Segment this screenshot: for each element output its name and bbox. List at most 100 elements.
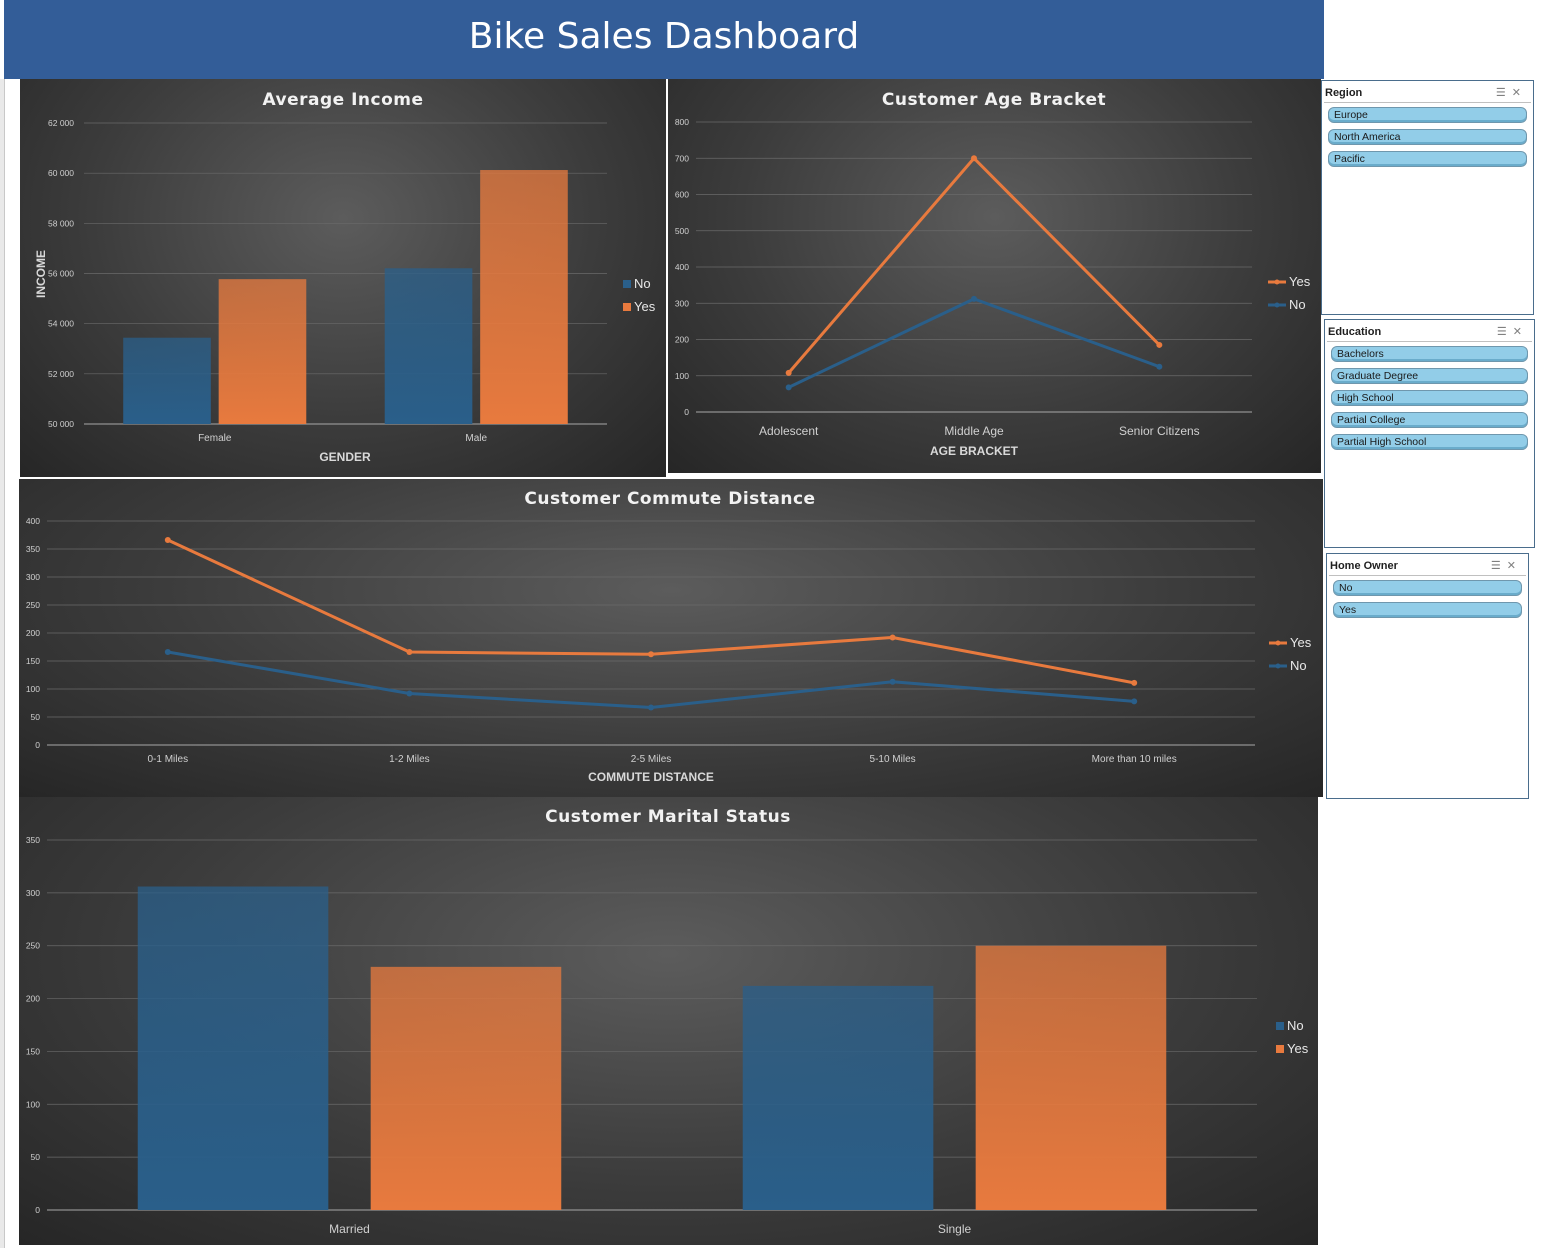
y-tick-label: 100 — [26, 684, 40, 694]
series-line-no[interactable] — [788, 297, 1160, 389]
home-owner-slicer[interactable]: Home Owner ☰✕ No Yes — [1326, 553, 1529, 799]
clear-filter-icon[interactable]: ✕ — [1512, 87, 1527, 99]
bar-yes-single[interactable] — [975, 945, 1167, 1210]
point-yes-middle-age[interactable] — [971, 155, 977, 162]
legend-label-yes: Yes — [1287, 1041, 1309, 1056]
y-tick-label: 50 — [31, 712, 41, 722]
legend-label-yes: Yes — [634, 299, 656, 314]
y-tick-label: 300 — [675, 298, 689, 308]
y-tick-label: 58 000 — [48, 218, 74, 228]
y-tick-label: 62 000 — [48, 118, 74, 128]
y-axis-title: INCOME — [34, 250, 48, 298]
bar-no-female[interactable] — [123, 337, 211, 424]
point-yes-0-1-miles[interactable] — [164, 537, 171, 544]
legend-swatch-yes — [623, 303, 631, 311]
y-tick-label: 350 — [26, 835, 40, 845]
slicer-item-no[interactable]: No — [1333, 580, 1522, 596]
multi-select-icon[interactable]: ☰ — [1496, 87, 1512, 99]
x-tick-label: Middle Age — [944, 424, 1004, 438]
point-no-0-1-miles[interactable] — [164, 649, 171, 656]
y-tick-label: 150 — [26, 1046, 40, 1056]
x-axis-title: AGE BRACKET — [930, 444, 1019, 458]
point-no-more-than-10-miles[interactable] — [1131, 698, 1138, 705]
dashboard-title: Bike Sales Dashboard — [468, 16, 860, 57]
slicer-item-bachelors[interactable]: Bachelors — [1331, 346, 1528, 362]
x-tick-label: More than 10 miles — [1092, 754, 1177, 765]
customer-marital-status-chart[interactable]: Customer Marital Status 0 50 100 150 200 250 30… — [19, 797, 1318, 1245]
point-yes-adolescent[interactable] — [785, 369, 792, 376]
multi-select-icon[interactable]: ☰ — [1491, 560, 1507, 572]
point-no-middle-age[interactable] — [971, 295, 977, 302]
slicer-item-graduate-degree[interactable]: Graduate Degree — [1331, 368, 1528, 384]
y-tick-label: 250 — [26, 600, 40, 610]
point-no-1-2-miles[interactable] — [406, 690, 413, 697]
marital-chart-svg: Customer Marital Status 0 50 100 150 200 250 30… — [26, 807, 1309, 1236]
x-tick-label: 0-1 Miles — [148, 754, 189, 765]
y-tick-label: 52 000 — [48, 369, 74, 379]
series-line-no[interactable] — [167, 650, 1135, 709]
average-income-chart[interactable]: Average Income 50 000 52 000 54 000 56 000 58… — [20, 79, 666, 477]
slicer-item-europe[interactable]: Europe — [1328, 107, 1527, 123]
legend-marker-no — [1274, 302, 1280, 308]
y-tick-label: 300 — [26, 572, 40, 582]
slicer-title: Region — [1325, 87, 1363, 99]
age-chart-svg: Customer Age Bracket 0 100 200 300 400 500 600 7… — [675, 90, 1311, 458]
clear-filter-icon[interactable]: ✕ — [1513, 326, 1528, 338]
slicer-item-high-school[interactable]: High School — [1331, 390, 1528, 406]
income-chart-title: Average Income — [262, 90, 423, 110]
slicer-item-north-america[interactable]: North America — [1328, 129, 1527, 145]
x-tick-label: Female — [198, 433, 232, 444]
y-tick-label: 0 — [35, 740, 40, 750]
point-no-senior-citizens[interactable] — [1156, 363, 1163, 370]
bar-no-male[interactable] — [384, 268, 473, 424]
x-tick-label: Adolescent — [759, 424, 819, 438]
slicer-header: Home Owner ☰✕ — [1329, 557, 1526, 576]
bar-no-married[interactable] — [137, 886, 329, 1210]
y-tick-label: 200 — [26, 994, 40, 1004]
slicer-item-yes[interactable]: Yes — [1333, 602, 1522, 618]
slicer-header: Region ☰✕ — [1324, 84, 1531, 103]
point-yes-senior-citizens[interactable] — [1156, 341, 1163, 348]
age-chart-title: Customer Age Bracket — [882, 90, 1106, 110]
region-slicer[interactable]: Region ☰✕ Europe North America Pacific — [1321, 80, 1534, 315]
bar-yes-married[interactable] — [370, 966, 562, 1210]
legend-marker-yes — [1274, 279, 1280, 285]
customer-age-bracket-chart[interactable]: Customer Age Bracket 0 100 200 300 400 500 600 7… — [668, 79, 1321, 473]
clear-filter-icon[interactable]: ✕ — [1507, 560, 1522, 572]
slicer-title: Home Owner — [1330, 560, 1398, 572]
slicer-item-partial-high-school[interactable]: Partial High School — [1331, 434, 1528, 450]
legend-swatch-no — [1276, 1022, 1284, 1030]
commute-chart-title: Customer Commute Distance — [524, 489, 815, 509]
y-tick-label: 200 — [675, 335, 689, 345]
point-no-adolescent[interactable] — [785, 384, 792, 391]
x-tick-label: Male — [465, 433, 487, 444]
multi-select-icon[interactable]: ☰ — [1497, 326, 1513, 338]
series-line-yes[interactable] — [787, 156, 1161, 374]
y-tick-label: 50 000 — [48, 419, 74, 429]
y-tick-label: 300 — [26, 888, 40, 898]
legend-label-yes: Yes — [1290, 635, 1312, 650]
y-tick-label: 400 — [675, 262, 689, 272]
point-yes-5-10-miles[interactable] — [889, 634, 896, 641]
education-slicer[interactable]: Education ☰✕ Bachelors Graduate Degree High … — [1324, 319, 1535, 548]
x-tick-label: Single — [938, 1222, 972, 1236]
point-yes-2-5-miles[interactable] — [648, 651, 654, 658]
point-no-5-10-miles[interactable] — [889, 678, 896, 685]
bar-yes-male[interactable] — [480, 170, 568, 424]
bar-yes-female[interactable] — [218, 279, 307, 424]
slicer-item-partial-college[interactable]: Partial College — [1331, 412, 1528, 428]
y-tick-label: 54 000 — [48, 319, 74, 329]
customer-commute-distance-chart[interactable]: Customer Commute Distance 0 50 100 150 200 250… — [19, 479, 1323, 797]
x-tick-label: 1-2 Miles — [389, 754, 430, 765]
series-line-yes[interactable] — [167, 538, 1135, 685]
point-yes-1-2-miles[interactable] — [406, 649, 413, 656]
slicer-header: Education ☰✕ — [1327, 323, 1532, 342]
point-yes-more-than-10-miles[interactable] — [1131, 679, 1138, 686]
y-tick-label: 600 — [675, 190, 689, 200]
slicer-item-pacific[interactable]: Pacific — [1328, 151, 1527, 167]
point-no-2-5-miles[interactable] — [648, 704, 654, 711]
slicer-title: Education — [1328, 326, 1382, 338]
bar-no-single[interactable] — [742, 985, 934, 1210]
legend-label-no: No — [634, 276, 651, 291]
y-tick-label: 60 000 — [48, 168, 74, 178]
